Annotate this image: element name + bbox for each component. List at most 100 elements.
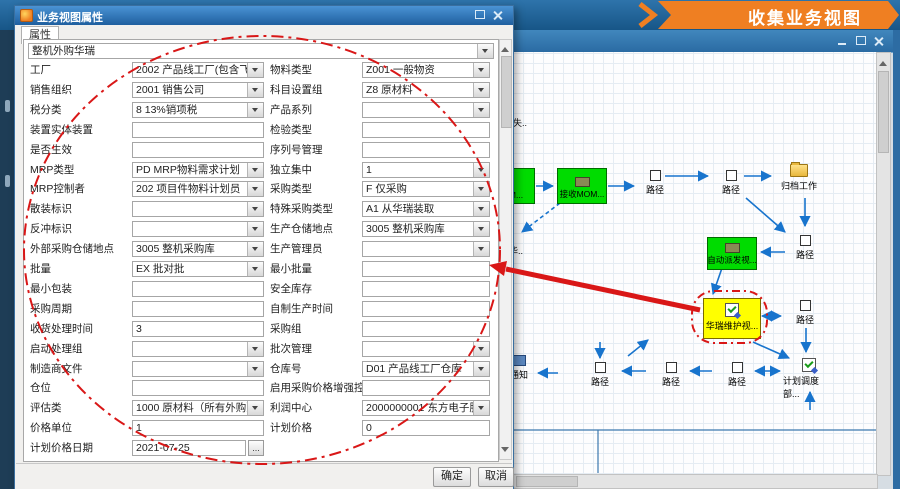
flow-node-route[interactable]: 路径 bbox=[787, 235, 823, 261]
chevron-down-icon[interactable] bbox=[247, 63, 263, 77]
form-input[interactable]: 2000000001 东方电子股份本 bbox=[362, 400, 490, 416]
flow-node-activity[interactable]: 自动派发视... bbox=[707, 237, 757, 270]
flow-window-titlebar[interactable] bbox=[512, 30, 893, 53]
form-input[interactable]: 2002 产品线工厂(包含飞讯国 bbox=[132, 62, 264, 78]
flow-node-route[interactable]: 路径 bbox=[582, 362, 618, 388]
form-input[interactable]: PD MRP物料需求计划 bbox=[132, 162, 264, 178]
horizontal-scrollbar[interactable] bbox=[513, 474, 878, 489]
scrollbar-thumb[interactable] bbox=[878, 71, 889, 153]
form-input[interactable]: 2001 销售公司 bbox=[132, 82, 264, 98]
flow-node-label: 通知 bbox=[513, 368, 528, 381]
chevron-down-icon[interactable] bbox=[247, 401, 263, 415]
close-icon[interactable] bbox=[873, 36, 885, 46]
chevron-down-icon[interactable] bbox=[473, 163, 489, 177]
form-input[interactable] bbox=[362, 241, 490, 257]
flow-node-route[interactable]: 路径 bbox=[637, 170, 673, 196]
flow-node-activity[interactable]: M... bbox=[513, 168, 535, 204]
flow-node-route[interactable]: 路径 bbox=[787, 300, 823, 326]
form-input[interactable]: EX 批对批 bbox=[132, 261, 264, 277]
chevron-down-icon[interactable] bbox=[247, 222, 263, 236]
form-input[interactable] bbox=[362, 341, 490, 357]
flow-node-archive[interactable]: 归档工作 bbox=[777, 164, 821, 192]
flow-node-notify[interactable]: 通知 bbox=[513, 355, 539, 381]
form-input[interactable] bbox=[362, 380, 490, 396]
view-selector-combobox[interactable]: 整机外购华瑞 bbox=[28, 43, 494, 59]
form-input[interactable] bbox=[362, 261, 490, 277]
browse-button[interactable]: ... bbox=[248, 440, 264, 456]
flow-node-activity[interactable]: 接收MOM... bbox=[557, 168, 607, 204]
chevron-down-icon[interactable] bbox=[473, 63, 489, 77]
form-input[interactable]: 1 bbox=[362, 162, 490, 178]
dialog-maximize-icon[interactable] bbox=[474, 10, 486, 20]
chevron-down-icon[interactable] bbox=[473, 401, 489, 415]
cancel-button[interactable]: 取消 bbox=[478, 467, 514, 487]
form-input[interactable]: Z001 一般物资 bbox=[362, 62, 490, 78]
form-input[interactable] bbox=[132, 301, 264, 317]
form-input[interactable] bbox=[132, 201, 264, 217]
form-input[interactable]: F 仅采购 bbox=[362, 181, 490, 197]
scroll-up-icon[interactable] bbox=[879, 57, 887, 66]
form-input[interactable] bbox=[132, 142, 264, 158]
chevron-down-icon[interactable] bbox=[473, 83, 489, 97]
form-input[interactable]: 1 bbox=[132, 420, 264, 436]
form-input[interactable] bbox=[362, 102, 490, 118]
form-input[interactable] bbox=[132, 361, 264, 377]
chevron-down-icon[interactable] bbox=[247, 83, 263, 97]
flow-node-route[interactable]: 路径 bbox=[719, 362, 755, 388]
chevron-down-icon[interactable] bbox=[247, 242, 263, 256]
form-input[interactable] bbox=[132, 221, 264, 237]
chevron-down-icon[interactable] bbox=[247, 202, 263, 216]
flow-canvas[interactable]: M...接收MOM...路径路径归档工作路径自动派发视...华瑞维护视...路径… bbox=[513, 52, 876, 474]
scrollbar-thumb[interactable] bbox=[501, 56, 512, 128]
form-input[interactable] bbox=[362, 281, 490, 297]
form-input[interactable]: 3005 整机采购库 bbox=[362, 221, 490, 237]
vertical-scrollbar[interactable] bbox=[876, 52, 891, 476]
dialog-titlebar[interactable]: 业务视图属性 bbox=[15, 6, 513, 25]
chevron-down-icon[interactable] bbox=[247, 103, 263, 117]
chevron-down-icon[interactable] bbox=[477, 44, 493, 58]
flow-node-route[interactable]: 路径 bbox=[713, 170, 749, 196]
form-input[interactable]: D01 产品线工厂仓库 bbox=[362, 361, 490, 377]
scroll-down-icon[interactable] bbox=[501, 447, 509, 456]
chevron-down-icon[interactable] bbox=[247, 182, 263, 196]
chevron-down-icon[interactable] bbox=[473, 202, 489, 216]
form-input[interactable] bbox=[132, 341, 264, 357]
form-input[interactable] bbox=[362, 122, 490, 138]
form-input[interactable]: 0 bbox=[362, 420, 490, 436]
flow-node-maintain-view[interactable]: 华瑞维护视... bbox=[703, 298, 761, 339]
chevron-down-icon[interactable] bbox=[473, 222, 489, 236]
minimize-icon[interactable] bbox=[837, 36, 849, 46]
ok-button[interactable]: 确定 bbox=[433, 467, 471, 487]
chevron-down-icon[interactable] bbox=[247, 342, 263, 356]
form-input[interactable]: 1000 原材料（所有外购） bbox=[132, 400, 264, 416]
form-input[interactable] bbox=[362, 321, 490, 337]
form-input[interactable] bbox=[362, 142, 490, 158]
maximize-icon[interactable] bbox=[855, 36, 867, 46]
chevron-down-icon[interactable] bbox=[473, 242, 489, 256]
dialog-scrollbar[interactable] bbox=[499, 39, 512, 460]
form-input[interactable]: 202 项目件物料计划员 bbox=[132, 181, 264, 197]
chevron-down-icon[interactable] bbox=[247, 262, 263, 276]
chevron-down-icon[interactable] bbox=[473, 362, 489, 376]
form-input[interactable]: A1 从华瑞装取 bbox=[362, 201, 490, 217]
form-input[interactable]: 3005 整机采购库 bbox=[132, 241, 264, 257]
form-input[interactable]: 2021-07-25 bbox=[132, 440, 246, 456]
chevron-down-icon[interactable] bbox=[473, 182, 489, 196]
flow-node-route[interactable]: 路径 bbox=[653, 362, 689, 388]
flow-node-scheduling[interactable]: 计划调度部... bbox=[783, 358, 835, 400]
chevron-down-icon[interactable] bbox=[247, 362, 263, 376]
scroll-up-icon[interactable] bbox=[501, 43, 509, 52]
form-input[interactable] bbox=[362, 301, 490, 317]
form-input[interactable] bbox=[132, 122, 264, 138]
chevron-down-icon[interactable] bbox=[247, 163, 263, 177]
dialog-close-icon[interactable] bbox=[492, 10, 504, 20]
form-input[interactable]: 3 bbox=[132, 321, 264, 337]
form-input[interactable] bbox=[132, 281, 264, 297]
chevron-down-icon[interactable] bbox=[473, 342, 489, 356]
form-input[interactable]: Z8 原材料 bbox=[362, 82, 490, 98]
side-panel-edge[interactable] bbox=[0, 30, 14, 489]
form-input[interactable] bbox=[132, 380, 264, 396]
chevron-down-icon[interactable] bbox=[473, 103, 489, 117]
form-input[interactable]: 8 13%销项税 bbox=[132, 102, 264, 118]
scrollbar-thumb[interactable] bbox=[516, 476, 578, 487]
